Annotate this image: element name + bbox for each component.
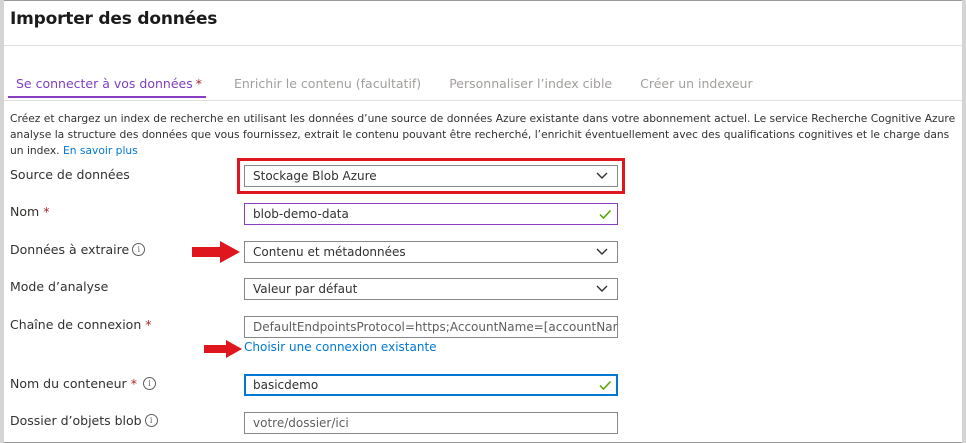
info-icon[interactable]: i <box>142 377 156 390</box>
tab-enrich-content[interactable]: Enrichir le contenu (facultatif) <box>234 72 421 98</box>
frame-left-border <box>0 0 4 443</box>
name-label: Nom * <box>10 204 49 219</box>
required-marker: * <box>145 317 152 332</box>
connection-string-placeholder: DefaultEndpointsProtocol=https;AccountNa… <box>253 320 617 334</box>
chevron-down-icon <box>596 172 608 179</box>
blob-folder-label: Dossier d’objets blob i <box>10 413 158 428</box>
name-value: blob-demo-data <box>253 207 349 221</box>
name-input[interactable]: blob-demo-data <box>244 203 618 225</box>
red-arrow-icon <box>204 340 242 358</box>
connection-string-input[interactable]: DefaultEndpointsProtocol=https;AccountNa… <box>244 316 618 338</box>
source-dropdown[interactable]: Stockage Blob Azure <box>244 165 618 187</box>
name-label-text: Nom <box>10 204 40 219</box>
tab-customize-index[interactable]: Personnaliser l’index cible <box>449 72 612 98</box>
extract-label: Données à extraire i <box>10 242 146 257</box>
learn-more-link[interactable]: En savoir plus <box>63 144 138 157</box>
source-label-text: Source de données <box>10 167 130 182</box>
parse-mode-value: Valeur par défaut <box>253 282 358 296</box>
chevron-down-icon <box>596 248 608 255</box>
tab-connect-data-label: Se connecter à vos données <box>16 76 193 91</box>
source-value: Stockage Blob Azure <box>253 169 377 183</box>
parse-mode-dropdown[interactable]: Valeur par défaut <box>244 278 618 300</box>
source-label: Source de données <box>10 167 130 182</box>
required-marker: * <box>43 204 50 219</box>
connection-string-label: Chaîne de connexion * <box>10 317 152 332</box>
extract-value: Contenu et métadonnées <box>253 245 406 259</box>
tab-connect-data[interactable]: Se connecter à vos données * <box>8 72 206 98</box>
tab-create-indexer[interactable]: Créer un indexeur <box>640 72 752 98</box>
required-marker: * <box>195 76 202 91</box>
choose-connection-link[interactable]: Choisir une connexion existante <box>244 340 437 354</box>
extract-label-text: Données à extraire <box>10 242 130 257</box>
extract-dropdown[interactable]: Contenu et métadonnées <box>244 241 618 263</box>
frame-right-border <box>962 0 966 443</box>
parse-mode-label: Mode d’analyse <box>10 279 108 294</box>
container-input[interactable]: basicdemo <box>244 374 618 396</box>
connection-string-label-text: Chaîne de connexion <box>10 317 142 332</box>
chevron-down-icon <box>596 285 608 292</box>
title-divider <box>4 45 962 46</box>
checkmark-icon <box>599 209 612 220</box>
tabs-divider <box>4 100 962 101</box>
info-icon[interactable]: i <box>132 243 146 256</box>
container-label-text: Nom du conteneur <box>10 376 127 391</box>
required-marker: * <box>130 376 137 391</box>
info-icon[interactable]: i <box>144 414 158 427</box>
description: Créez et chargez un index de recherche e… <box>10 111 956 159</box>
checkmark-icon <box>599 380 612 391</box>
wizard-tabs: Se connecter à vos données * Enrichir le … <box>8 72 781 98</box>
container-value: basicdemo <box>253 378 319 392</box>
description-text: Créez et chargez un index de recherche e… <box>10 112 956 157</box>
blob-folder-label-text: Dossier d’objets blob <box>10 413 142 428</box>
container-label: Nom du conteneur * i <box>10 376 156 391</box>
blob-folder-placeholder: votre/dossier/ici <box>253 416 349 430</box>
blob-folder-input[interactable]: votre/dossier/ici <box>244 412 618 434</box>
red-arrow-icon <box>192 241 240 263</box>
parse-mode-label-text: Mode d’analyse <box>10 279 109 294</box>
page-title: Importer des données <box>10 9 218 29</box>
